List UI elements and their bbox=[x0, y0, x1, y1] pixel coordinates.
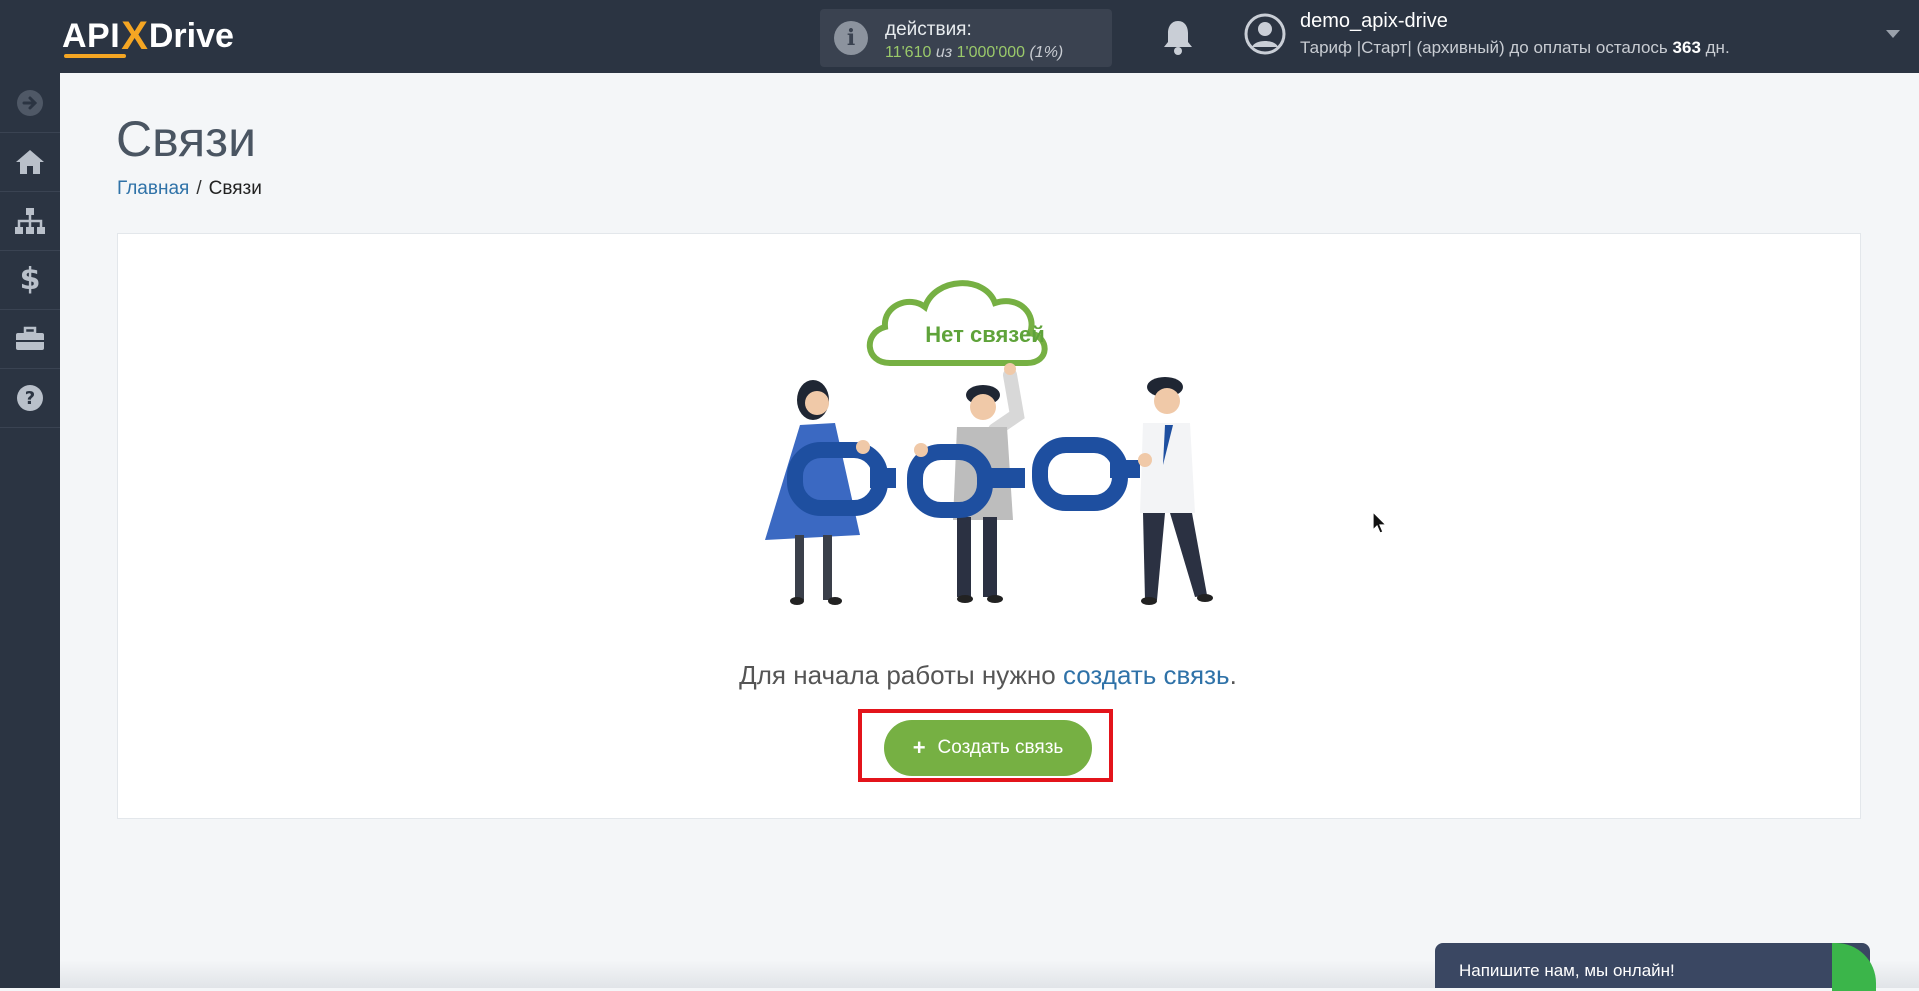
help-icon: ? bbox=[17, 384, 43, 411]
no-connections-illustration: Нет связей bbox=[765, 280, 1213, 605]
logo-api-text: API bbox=[62, 16, 121, 55]
logo-x-text: X bbox=[121, 14, 148, 58]
chat-status-indicator bbox=[1832, 943, 1876, 991]
breadcrumb-current: Связи bbox=[208, 178, 262, 199]
logo-drive-text: Drive bbox=[148, 16, 234, 55]
user-menu-chevron-down-icon[interactable] bbox=[1886, 30, 1900, 38]
svg-text:?: ? bbox=[25, 388, 35, 409]
breadcrumb-separator: / bbox=[196, 178, 202, 199]
create-connection-button[interactable]: + Создать связь bbox=[884, 720, 1092, 776]
briefcase-icon bbox=[16, 326, 44, 350]
actions-used: 11'610 bbox=[885, 44, 932, 61]
sidebar: $ ? bbox=[0, 73, 60, 988]
actions-percent: (1%) bbox=[1029, 44, 1064, 61]
cloud-text: Нет связей bbox=[925, 322, 1044, 347]
actions-of: из bbox=[935, 44, 953, 61]
sidebar-item-help[interactable]: ? bbox=[0, 368, 60, 428]
user-avatar-icon[interactable] bbox=[1244, 13, 1286, 55]
sitemap-icon bbox=[15, 207, 45, 234]
tariff-days: 363 bbox=[1672, 38, 1701, 57]
dollar-icon: $ bbox=[19, 262, 41, 297]
actions-label: действия: bbox=[885, 19, 972, 40]
apixdrive-logo[interactable]: API X Drive bbox=[62, 14, 234, 58]
info-icon: i bbox=[834, 21, 868, 55]
plus-icon: + bbox=[912, 735, 926, 760]
sidebar-item-services[interactable] bbox=[0, 309, 60, 369]
tariff-days-suffix: дн. bbox=[1705, 38, 1730, 57]
right-man-figure bbox=[1140, 377, 1213, 605]
create-connection-button-label: Создать связь bbox=[937, 737, 1064, 758]
chat-widget[interactable]: Напишите нам, мы онлайн! bbox=[1435, 943, 1876, 991]
breadcrumb: Главная / Связи bbox=[117, 178, 262, 200]
create-connection-link[interactable]: создать связь bbox=[1063, 660, 1230, 690]
woman-figure bbox=[765, 380, 860, 605]
sidebar-item-billing[interactable]: $ bbox=[0, 250, 60, 310]
message-suffix: . bbox=[1229, 660, 1237, 690]
chat-widget-label: Напишите нам, мы онлайн! bbox=[1459, 961, 1675, 980]
page-title: Связи bbox=[116, 111, 257, 167]
actions-total: 1'000'000 bbox=[956, 44, 1026, 61]
actions-counter: i действия: 11'610 из 1'000'000 (1%) bbox=[820, 9, 1112, 67]
empty-state-message: Для начала работы нужно создать связь. bbox=[0, 660, 1919, 691]
top-bar: API X Drive i действия: 11'610 из 1'000'00… bbox=[0, 0, 1919, 73]
logo-underline bbox=[64, 54, 126, 58]
bell-icon[interactable] bbox=[1160, 18, 1196, 56]
actions-value: 11'610 из 1'000'000 (1%) bbox=[885, 44, 1063, 62]
arrow-right-circle-icon bbox=[17, 89, 43, 116]
breadcrumb-home-link[interactable]: Главная bbox=[117, 178, 189, 199]
message-prefix: Для начала работы нужно bbox=[739, 660, 1056, 690]
home-icon bbox=[16, 149, 44, 174]
sidebar-item-collapse[interactable] bbox=[0, 73, 60, 133]
user-name[interactable]: demo_apix-drive bbox=[1300, 10, 1448, 33]
tariff-prefix: Тариф |Старт| (архивный) до оплаты остал… bbox=[1300, 38, 1668, 57]
sidebar-item-connections[interactable] bbox=[0, 191, 60, 251]
mouse-cursor-icon bbox=[1372, 511, 1388, 534]
tariff-info: Тариф |Старт| (архивный) до оплаты остал… bbox=[1300, 38, 1730, 58]
sidebar-item-home[interactable] bbox=[0, 132, 60, 192]
